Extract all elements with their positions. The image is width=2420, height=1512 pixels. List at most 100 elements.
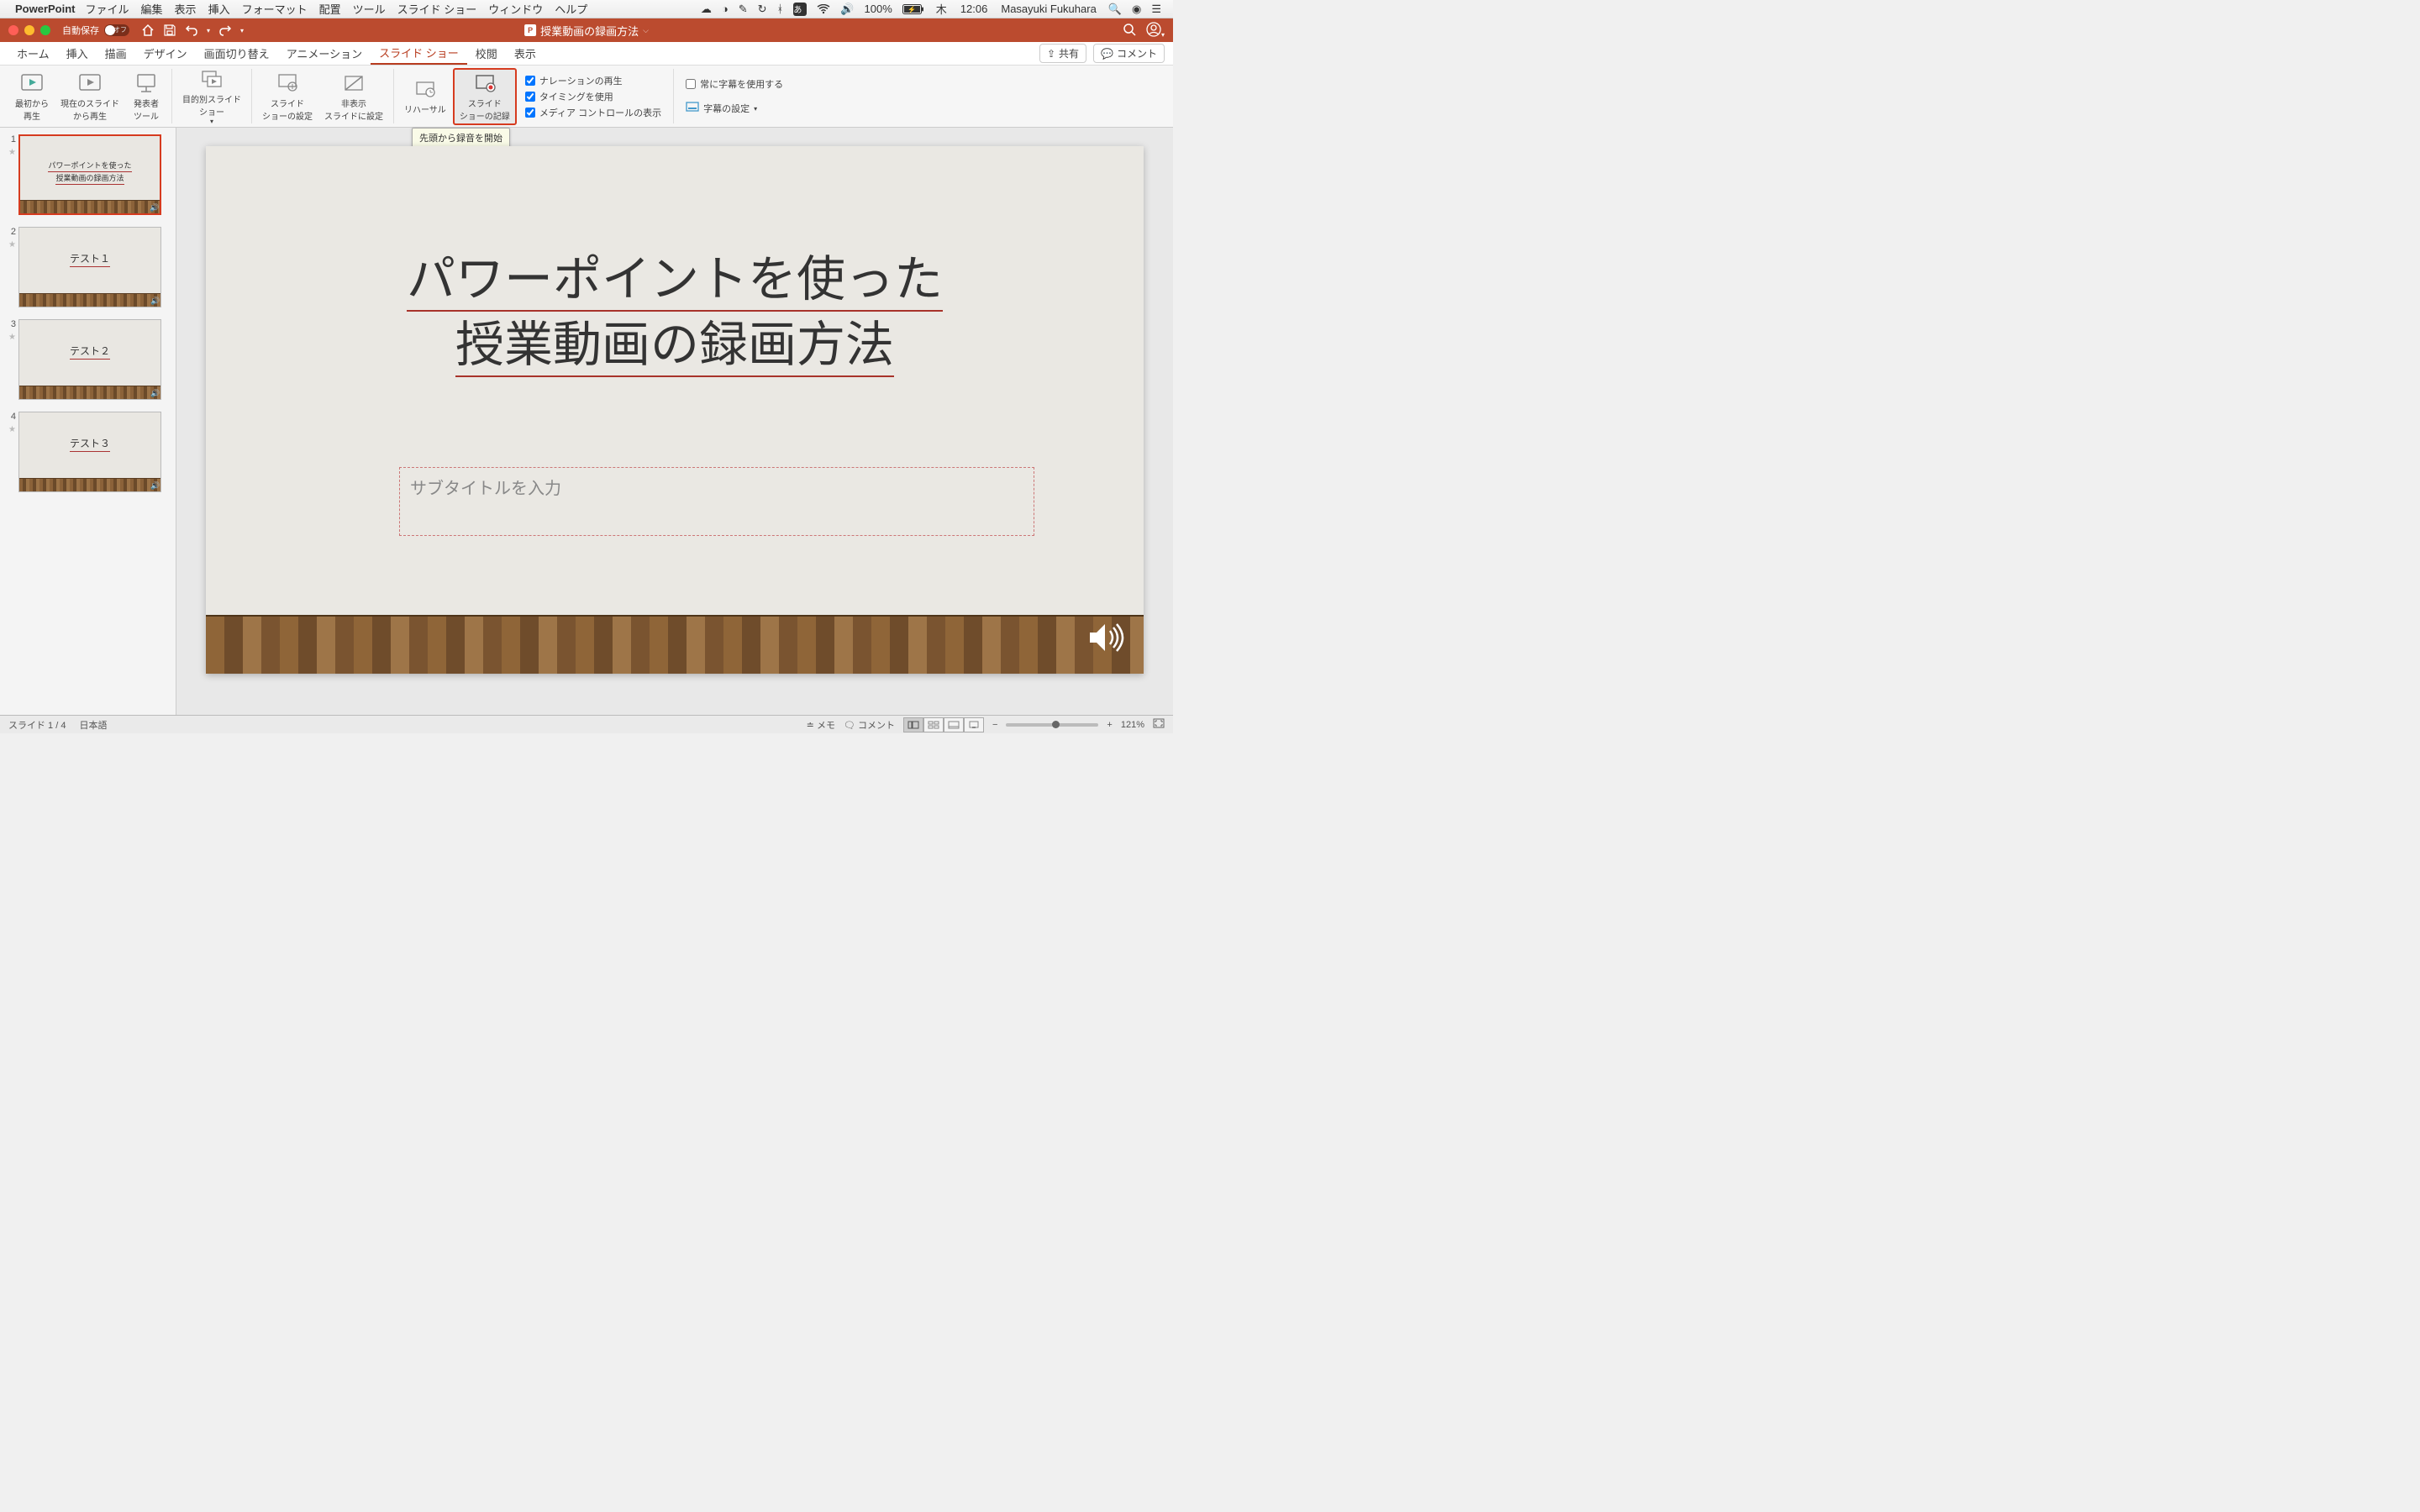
zoom-out-button[interactable]: − bbox=[992, 720, 997, 730]
clock-icon[interactable]: ↻ bbox=[758, 3, 767, 16]
wifi-icon[interactable] bbox=[817, 4, 830, 14]
status-dot-icon[interactable]: ◑ bbox=[722, 3, 729, 15]
audio-icon: 🔊 bbox=[150, 481, 159, 490]
control-center-icon[interactable]: ☰ bbox=[1151, 3, 1161, 16]
zoom-percentage[interactable]: 121% bbox=[1121, 720, 1144, 730]
slide[interactable]: パワーポイントを使った 授業動画の録画方法 サブタイトルを入力 bbox=[206, 146, 1144, 674]
title-dropdown-icon[interactable]: ⌵ bbox=[643, 26, 649, 35]
close-button[interactable] bbox=[8, 25, 18, 35]
tab-animations[interactable]: アニメーション bbox=[278, 42, 371, 65]
menu-format[interactable]: フォーマット bbox=[242, 1, 308, 17]
tab-home[interactable]: ホーム bbox=[8, 42, 58, 65]
menu-slideshow[interactable]: スライド ショー bbox=[397, 1, 477, 17]
comments-button[interactable]: 🗨 コメント bbox=[844, 718, 895, 732]
menu-file[interactable]: ファイル bbox=[86, 1, 129, 17]
check-narration[interactable]: ナレーションの再生 bbox=[525, 74, 661, 87]
ribbon-tabs: ホーム 挿入 描画 デザイン 画面切り替え アニメーション スライド ショー 校… bbox=[0, 42, 1173, 66]
zoom-slider[interactable] bbox=[1006, 723, 1098, 727]
autosave-label: 自動保存 bbox=[62, 24, 99, 37]
slideshow-setup-button[interactable]: スライド ショーの設定 bbox=[257, 70, 318, 123]
reading-view-button[interactable] bbox=[944, 717, 964, 732]
clock-time: 12:06 bbox=[960, 3, 988, 15]
record-slideshow-button[interactable]: スライド ショーの記録 bbox=[453, 68, 517, 125]
check-media-controls[interactable]: メディア コントロールの表示 bbox=[525, 106, 661, 119]
menu-view[interactable]: 表示 bbox=[175, 1, 197, 17]
account-icon[interactable]: ▾ bbox=[1146, 22, 1165, 39]
doc-title-text: 授業動画の録画方法 bbox=[540, 23, 639, 39]
undo-icon[interactable] bbox=[185, 24, 198, 37]
slideshow-view-button[interactable] bbox=[964, 717, 984, 732]
menu-insert[interactable]: 挿入 bbox=[208, 1, 230, 17]
autosave-toggle[interactable]: オフ bbox=[104, 24, 129, 36]
check-timing[interactable]: タイミングを使用 bbox=[525, 90, 661, 103]
tab-draw[interactable]: 描画 bbox=[97, 42, 135, 65]
volume-icon[interactable]: 🔊 bbox=[840, 3, 854, 16]
custom-slideshow-button[interactable]: 目的別スライド ショー ▾ bbox=[177, 66, 246, 127]
undo-dropdown-icon[interactable]: ▾ bbox=[207, 27, 210, 34]
powerpoint-file-icon: P bbox=[524, 24, 536, 36]
main-area: 1★ パワーポイントを使った授業動画の録画方法 🔊 2★ テスト１ 🔊 3★ テ… bbox=[0, 128, 1173, 715]
play-from-current-button[interactable]: 現在のスライド から再生 bbox=[55, 70, 124, 123]
quick-access-toolbar: ▾ ▾ bbox=[141, 24, 244, 37]
audio-icon: 🔊 bbox=[150, 297, 159, 305]
tab-insert[interactable]: 挿入 bbox=[58, 42, 97, 65]
tab-slideshow[interactable]: スライド ショー bbox=[371, 42, 467, 65]
maximize-button[interactable] bbox=[40, 25, 50, 35]
menu-window[interactable]: ウィンドウ bbox=[488, 1, 543, 17]
search-icon[interactable] bbox=[1123, 23, 1136, 39]
qat-customize-icon[interactable]: ▾ bbox=[240, 27, 244, 34]
minimize-button[interactable] bbox=[24, 25, 34, 35]
hide-slide-button[interactable]: 非表示 スライドに設定 bbox=[319, 70, 388, 123]
language-indicator[interactable]: 日本語 bbox=[79, 718, 107, 732]
slide-subtitle-placeholder[interactable]: サブタイトルを入力 bbox=[399, 467, 1034, 536]
tab-design[interactable]: デザイン bbox=[135, 42, 196, 65]
audio-object-icon[interactable] bbox=[1083, 616, 1127, 662]
star-icon: ★ bbox=[8, 425, 16, 434]
autosave: 自動保存 オフ bbox=[62, 24, 129, 37]
thumbnail-1[interactable]: 1★ パワーポイントを使った授業動画の録画方法 🔊 bbox=[3, 134, 172, 215]
rehearse-icon bbox=[413, 77, 437, 101]
redo-icon[interactable] bbox=[218, 24, 232, 37]
normal-view-button[interactable] bbox=[903, 717, 923, 732]
slide-canvas[interactable]: パワーポイントを使った 授業動画の録画方法 サブタイトルを入力 bbox=[176, 128, 1173, 715]
star-icon: ★ bbox=[8, 148, 16, 157]
app-name[interactable]: PowerPoint bbox=[15, 3, 76, 15]
user-name[interactable]: Masayuki Fukuhara bbox=[1001, 3, 1096, 15]
tab-transitions[interactable]: 画面切り替え bbox=[196, 42, 278, 65]
record-icon bbox=[473, 71, 497, 95]
siri-icon[interactable]: ◉ bbox=[1132, 3, 1141, 16]
zoom-in-button[interactable]: + bbox=[1107, 720, 1112, 730]
sorter-view-button[interactable] bbox=[923, 717, 944, 732]
presenter-tools-button[interactable]: 発表者 ツール bbox=[126, 70, 166, 123]
slide-title[interactable]: パワーポイントを使った 授業動画の録画方法 bbox=[256, 247, 1093, 379]
menu-help[interactable]: ヘルプ bbox=[555, 1, 587, 17]
battery-icon[interactable]: ⚡ bbox=[902, 4, 924, 14]
macos-menubar: PowerPoint ファイル 編集 表示 挿入 フォーマット 配置 ツール ス… bbox=[0, 0, 1173, 18]
tab-review[interactable]: 校閲 bbox=[467, 42, 506, 65]
thumbnail-3[interactable]: 3★ テスト２ 🔊 bbox=[3, 319, 172, 400]
notes-button[interactable]: ≐ メモ bbox=[807, 718, 835, 732]
menu-tools[interactable]: ツール bbox=[353, 1, 386, 17]
menu-edit[interactable]: 編集 bbox=[141, 1, 163, 17]
thumbnail-4[interactable]: 4★ テスト３ 🔊 bbox=[3, 412, 172, 492]
spotlight-icon[interactable]: 🔍 bbox=[1108, 3, 1122, 16]
save-icon[interactable] bbox=[163, 24, 176, 37]
notes-icon: ≐ bbox=[807, 721, 817, 731]
fit-to-window-button[interactable] bbox=[1153, 718, 1165, 731]
check-always-subtitle[interactable]: 常に字幕を使用する bbox=[686, 77, 783, 91]
bluetooth-icon[interactable]: ᚼ bbox=[777, 3, 784, 15]
ime-icon[interactable]: あ bbox=[793, 3, 807, 16]
clock-day: 木 bbox=[936, 1, 947, 17]
cloud-upload-icon[interactable]: ☁ bbox=[701, 3, 712, 16]
slide-floor-decoration bbox=[206, 615, 1144, 674]
thumbnail-2[interactable]: 2★ テスト１ 🔊 bbox=[3, 227, 172, 307]
comments-button[interactable]: 💬コメント bbox=[1093, 44, 1165, 63]
tab-view[interactable]: 表示 bbox=[506, 42, 544, 65]
menu-arrange[interactable]: 配置 bbox=[319, 1, 341, 17]
play-from-start-button[interactable]: 最初から 再生 bbox=[10, 70, 54, 123]
home-icon[interactable] bbox=[141, 24, 155, 37]
subtitle-settings-button[interactable]: 字幕の設定 ▾ bbox=[686, 102, 783, 116]
share-button[interactable]: ⇪共有 bbox=[1039, 44, 1086, 63]
rehearse-button[interactable]: リハーサル bbox=[399, 76, 451, 117]
evernote-icon[interactable]: ✎ bbox=[739, 3, 748, 16]
